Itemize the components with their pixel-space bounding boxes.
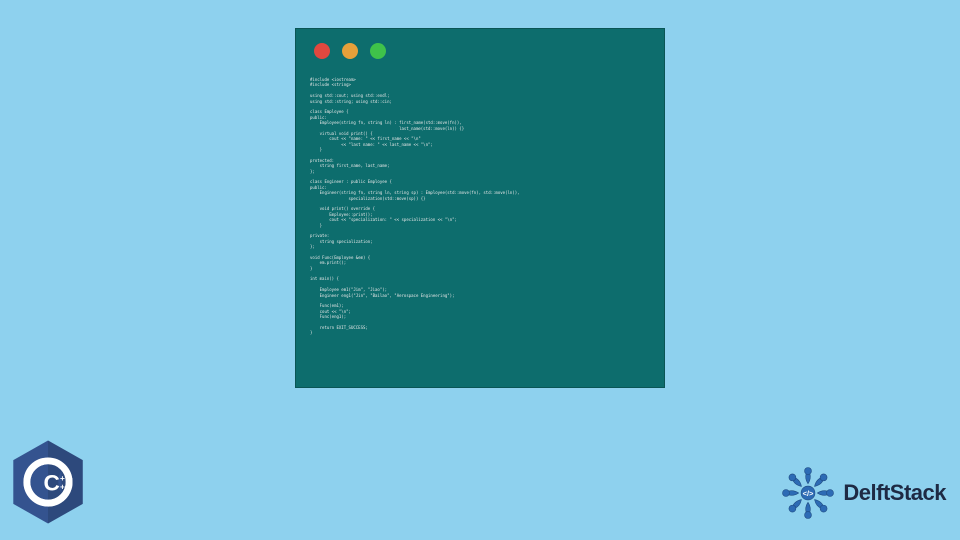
- svg-text:+: +: [68, 482, 73, 492]
- delftstack-badge-icon: </>: [779, 464, 837, 522]
- delftstack-text: DelftStack: [843, 480, 946, 506]
- svg-text:+: +: [60, 482, 65, 492]
- svg-text:C: C: [43, 470, 59, 495]
- delftstack-logo: </> DelftStack: [779, 464, 946, 522]
- traffic-lights: [296, 29, 664, 73]
- minimize-icon: [342, 43, 358, 59]
- code-content: #include <iostream> #include <string> us…: [296, 73, 664, 340]
- code-window: #include <iostream> #include <string> us…: [295, 28, 665, 388]
- svg-text:</>: </>: [803, 489, 814, 498]
- cpp-logo: C + + + +: [10, 439, 86, 525]
- close-icon: [314, 43, 330, 59]
- maximize-icon: [370, 43, 386, 59]
